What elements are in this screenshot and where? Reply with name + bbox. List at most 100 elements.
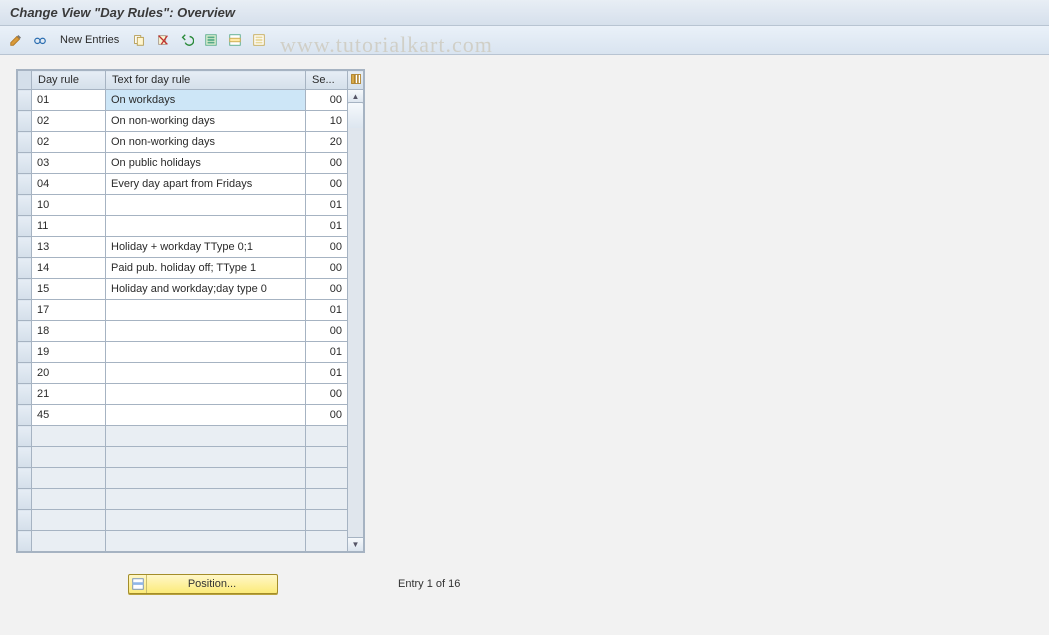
row-selector[interactable] (18, 195, 32, 216)
new-entries-button[interactable]: New Entries (54, 32, 125, 48)
seq-cell[interactable] (306, 447, 347, 467)
seq-cell[interactable] (306, 132, 347, 152)
row-selector[interactable] (18, 489, 32, 510)
position-button[interactable]: Position... (128, 574, 278, 594)
configure-columns-icon[interactable] (348, 71, 364, 90)
row-selector[interactable] (18, 342, 32, 363)
row-selector[interactable] (18, 447, 32, 468)
dayrule-cell[interactable] (32, 489, 105, 509)
select-block-icon[interactable] (225, 30, 245, 50)
text-cell[interactable] (106, 300, 305, 320)
dayrule-cell[interactable] (32, 237, 105, 257)
deselect-all-icon[interactable] (249, 30, 269, 50)
seq-cell[interactable] (306, 405, 347, 425)
seq-cell[interactable] (306, 300, 347, 320)
dayrule-cell[interactable] (32, 90, 105, 110)
seq-cell[interactable] (306, 510, 347, 530)
seq-cell[interactable] (306, 216, 347, 236)
scroll-down-icon[interactable]: ▼ (347, 537, 364, 552)
dayrule-cell[interactable] (32, 384, 105, 404)
row-selector[interactable] (18, 279, 32, 300)
dayrule-cell[interactable] (32, 447, 105, 467)
dayrule-cell[interactable] (32, 363, 105, 383)
text-cell[interactable] (106, 468, 305, 488)
select-all-icon[interactable] (201, 30, 221, 50)
text-cell[interactable] (106, 90, 305, 110)
row-selector[interactable] (18, 258, 32, 279)
dayrule-cell[interactable] (32, 426, 105, 446)
row-selector[interactable] (18, 468, 32, 489)
text-cell[interactable] (106, 489, 305, 509)
dayrule-cell[interactable] (32, 174, 105, 194)
text-cell[interactable] (106, 279, 305, 299)
seq-cell[interactable] (306, 237, 347, 257)
scroll-thumb[interactable] (347, 102, 364, 130)
text-cell[interactable] (106, 405, 305, 425)
undo-icon[interactable] (177, 30, 197, 50)
text-cell[interactable] (106, 363, 305, 383)
dayrule-cell[interactable] (32, 195, 105, 215)
row-selector[interactable] (18, 111, 32, 132)
seq-cell[interactable] (306, 174, 347, 194)
col-header-seq[interactable]: Se... (306, 71, 348, 90)
row-selector[interactable] (18, 510, 32, 531)
row-selector[interactable] (18, 90, 32, 111)
row-selector[interactable] (18, 321, 32, 342)
vertical-scrollbar[interactable]: ▲▼ (348, 90, 364, 552)
row-selector[interactable] (18, 300, 32, 321)
dayrule-cell[interactable] (32, 132, 105, 152)
dayrule-cell[interactable] (32, 279, 105, 299)
text-cell[interactable] (106, 174, 305, 194)
row-selector[interactable] (18, 132, 32, 153)
dayrule-cell[interactable] (32, 405, 105, 425)
text-cell[interactable] (106, 216, 305, 236)
text-cell[interactable] (106, 195, 305, 215)
dayrule-cell[interactable] (32, 216, 105, 236)
seq-cell[interactable] (306, 426, 347, 446)
seq-cell[interactable] (306, 279, 347, 299)
seq-cell[interactable] (306, 153, 347, 173)
text-cell[interactable] (106, 342, 305, 362)
row-selector[interactable] (18, 363, 32, 384)
text-cell[interactable] (106, 384, 305, 404)
corner-header[interactable] (18, 71, 32, 90)
col-header-text[interactable]: Text for day rule (106, 71, 306, 90)
text-cell[interactable] (106, 132, 305, 152)
row-selector[interactable] (18, 237, 32, 258)
text-cell[interactable] (106, 447, 305, 467)
dayrule-cell[interactable] (32, 342, 105, 362)
dayrule-cell[interactable] (32, 153, 105, 173)
seq-cell[interactable] (306, 195, 347, 215)
dayrule-cell[interactable] (32, 300, 105, 320)
seq-cell[interactable] (306, 531, 347, 551)
seq-cell[interactable] (306, 258, 347, 278)
seq-cell[interactable] (306, 321, 347, 341)
text-cell[interactable] (106, 510, 305, 530)
glasses-detail-icon[interactable] (30, 30, 50, 50)
toggle-display-change-icon[interactable] (6, 30, 26, 50)
row-selector[interactable] (18, 405, 32, 426)
seq-cell[interactable] (306, 384, 347, 404)
dayrule-cell[interactable] (32, 321, 105, 341)
text-cell[interactable] (106, 111, 305, 131)
dayrule-cell[interactable] (32, 510, 105, 530)
text-cell[interactable] (106, 531, 305, 551)
seq-cell[interactable] (306, 90, 347, 110)
scroll-track[interactable] (347, 128, 364, 539)
row-selector[interactable] (18, 153, 32, 174)
dayrule-cell[interactable] (32, 258, 105, 278)
row-selector[interactable] (18, 426, 32, 447)
row-selector[interactable] (18, 384, 32, 405)
text-cell[interactable] (106, 321, 305, 341)
col-header-dayrule[interactable]: Day rule (32, 71, 106, 90)
dayrule-cell[interactable] (32, 111, 105, 131)
seq-cell[interactable] (306, 363, 347, 383)
row-selector[interactable] (18, 174, 32, 195)
dayrule-cell[interactable] (32, 468, 105, 488)
dayrule-cell[interactable] (32, 531, 105, 551)
seq-cell[interactable] (306, 468, 347, 488)
text-cell[interactable] (106, 237, 305, 257)
text-cell[interactable] (106, 426, 305, 446)
copy-icon[interactable] (129, 30, 149, 50)
row-selector[interactable] (18, 531, 32, 552)
